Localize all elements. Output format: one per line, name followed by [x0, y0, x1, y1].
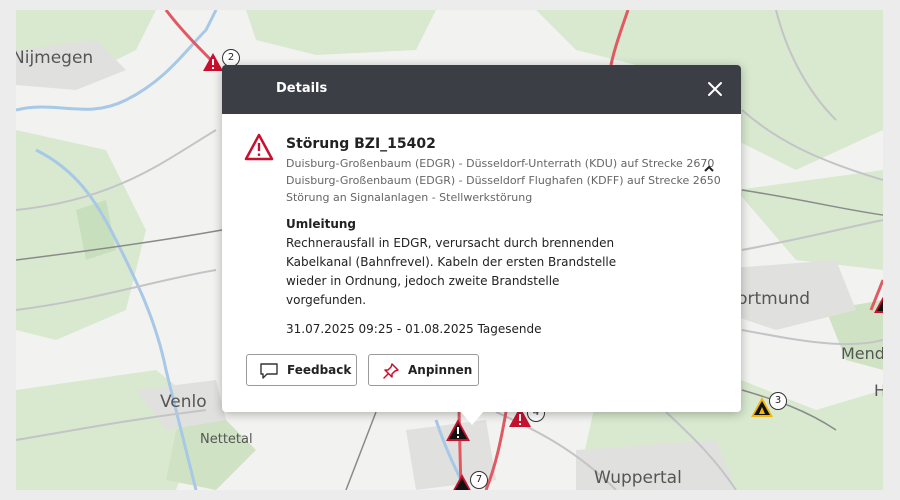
- city-label-h: H: [874, 381, 883, 400]
- description-line: wieder in Ordnung, jedoch zweite Brandst…: [286, 274, 560, 288]
- feedback-label: Feedback: [287, 363, 352, 377]
- popup-pointer: [460, 411, 484, 425]
- speech-bubble-icon: [260, 363, 278, 379]
- warning-icon: [203, 53, 223, 71]
- warning-icon: [244, 133, 274, 161]
- city-label-nijmegen: Nijmegen: [16, 48, 94, 68]
- close-icon: [708, 82, 722, 96]
- warning-icon: [874, 296, 883, 313]
- disruption-marker[interactable]: [202, 52, 224, 76]
- marker-count-badge: 7: [470, 471, 488, 489]
- details-popup: Details Störung BZI_15402 Duisburg-Große…: [222, 65, 741, 425]
- map-viewport[interactable]: Nijmegen Venlo Nettetal Dortmund Wuppert…: [16, 10, 883, 490]
- description-line: Rechnerausfall in EDGR, verursacht durch…: [286, 236, 615, 250]
- section-heading: Umleitung: [286, 217, 357, 231]
- collapse-button[interactable]: [702, 161, 716, 175]
- disruption-marker[interactable]: [873, 292, 883, 318]
- city-label-mende: Mende: [841, 344, 883, 363]
- city-label-wuppertal: Wuppertal: [594, 468, 682, 488]
- city-label-venlo: Venlo: [160, 392, 207, 412]
- feedback-button[interactable]: Feedback: [246, 354, 357, 386]
- disruption-type: Störung an Signalanlagen - Stellwerkstör…: [286, 191, 533, 204]
- city-label-nettetal: Nettetal: [200, 432, 253, 447]
- route-line: Duisburg-Großenbaum (EDGR) - Düsseldorf-…: [286, 157, 715, 170]
- description-line: vorgefunden.: [286, 293, 367, 307]
- route-line: Duisburg-Großenbaum (EDGR) - Düsseldorf …: [286, 174, 721, 187]
- incident-title: Störung BZI_15402: [286, 136, 436, 152]
- validity-period: 31.07.2025 09:25 - 01.08.2025 Tagesende: [286, 322, 542, 336]
- close-button[interactable]: [705, 79, 725, 99]
- chevron-up-icon: [704, 165, 714, 172]
- description-line: Kabelkanal (Bahnfrevel). Kabeln der erst…: [286, 255, 617, 269]
- marker-count-badge: 3: [769, 392, 787, 410]
- pin-label: Anpinnen: [408, 363, 473, 377]
- pin-button[interactable]: Anpinnen: [368, 354, 479, 386]
- popup-header: Details: [222, 65, 741, 114]
- pin-icon: [383, 363, 399, 379]
- popup-title: Details: [276, 81, 328, 96]
